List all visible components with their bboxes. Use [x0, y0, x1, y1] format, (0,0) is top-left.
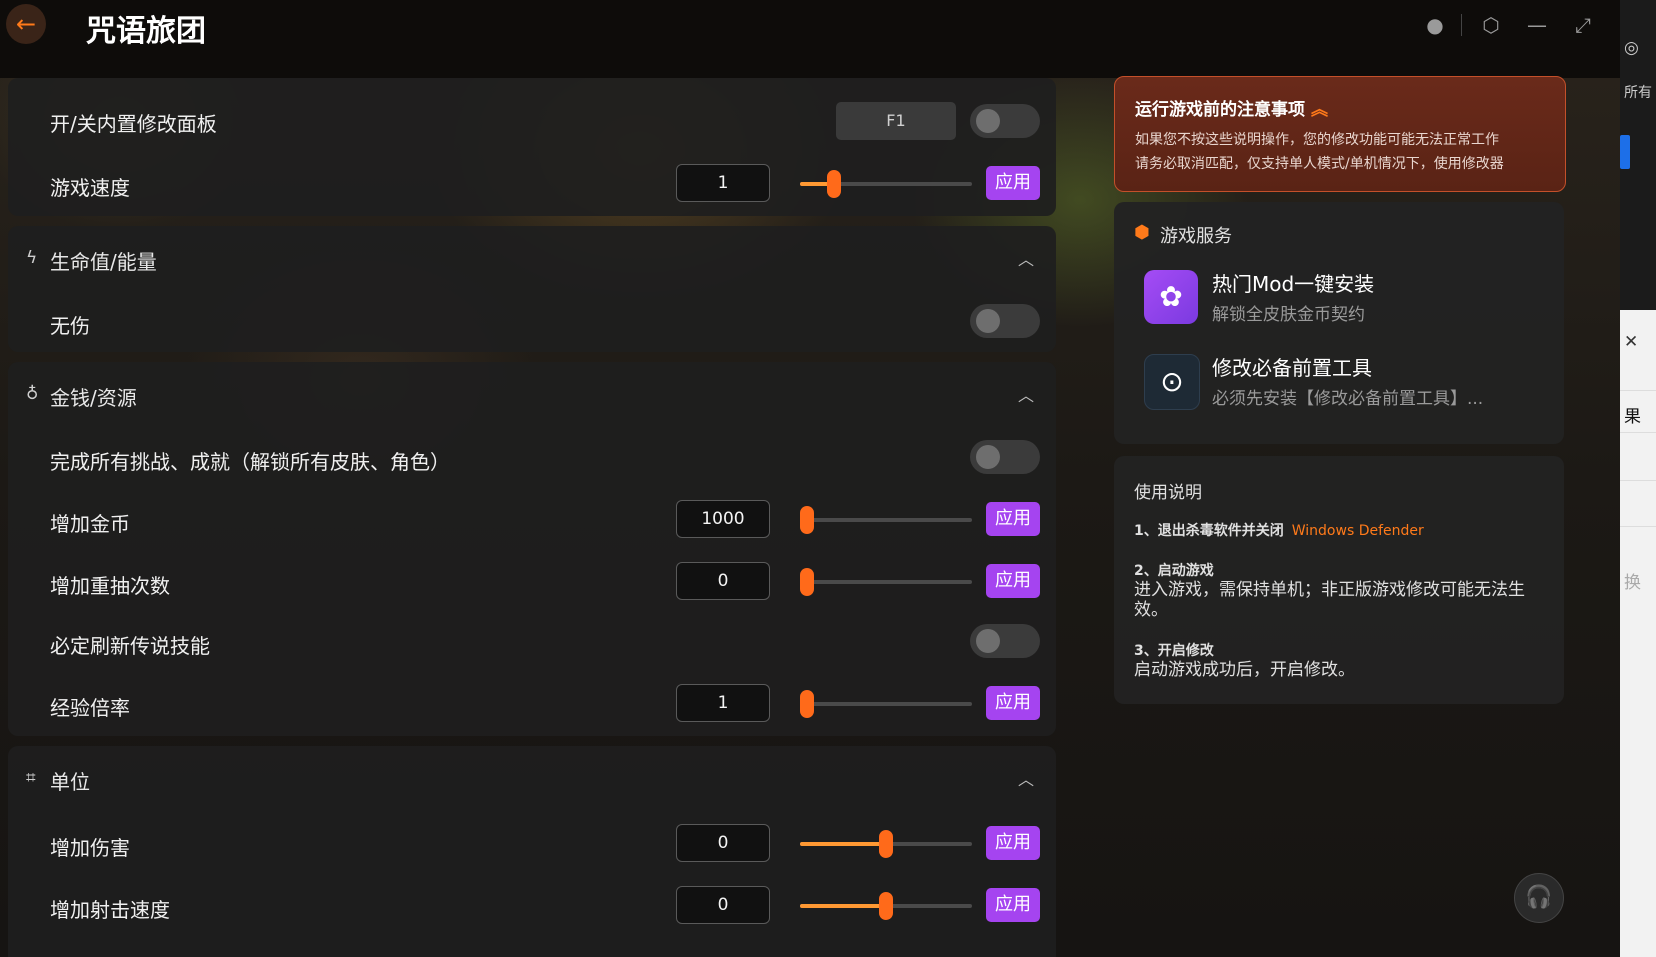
hotkey-button[interactable]: F1 — [836, 102, 956, 140]
chevron-up-icon[interactable]: ︿ — [1018, 246, 1034, 270]
step-2-text: 进入游戏，需保持单机；非正版游戏修改可能无法生效。 — [1134, 580, 1525, 620]
legend-skill-label: 必定刷新传说技能 — [50, 634, 210, 658]
strip-text: 果 — [1624, 407, 1641, 427]
add-damage-slider[interactable] — [800, 830, 972, 858]
add-damage-apply-button[interactable]: 应用 — [986, 826, 1040, 860]
divider — [1620, 480, 1656, 481]
box-icon: ⬢ — [1134, 222, 1150, 243]
unit-icon: ⌗ — [26, 768, 36, 788]
divider — [1620, 432, 1656, 433]
game-speed-label: 游戏速度 — [50, 176, 130, 200]
service-subtitle: 必须先安装【修改必备前置工具】... — [1212, 389, 1484, 409]
strip-text: 所有 — [1624, 85, 1652, 101]
step-1-title: 1、退出杀毒软件并关闭 Windows Defender — [1134, 520, 1424, 540]
mod-icon[interactable]: ✿ — [1144, 270, 1198, 324]
close-icon[interactable]: ✕ — [1624, 332, 1638, 352]
step-1-accent: Windows Defender — [1291, 523, 1424, 539]
add-reroll-apply-button[interactable]: 应用 — [986, 564, 1040, 598]
invincible-label: 无伤 — [50, 314, 90, 338]
invincible-toggle[interactable] — [970, 304, 1040, 338]
unlock-all-toggle[interactable] — [970, 440, 1040, 474]
usage-header: 使用说明 — [1134, 483, 1202, 503]
fullscreen-icon[interactable]: ⤢ — [1570, 12, 1596, 38]
section-title: 生命值/能量 — [50, 250, 157, 274]
unlock-all-label: 完成所有挑战、成就（解锁所有皮肤、角色） — [50, 450, 450, 474]
notification-icon[interactable]: ● — [1422, 12, 1448, 38]
chevron-up-icon[interactable]: ︽ — [1311, 100, 1328, 120]
notice-title-text: 运行游戏前的注意事项 — [1135, 100, 1305, 120]
game-speed-input[interactable]: 1 — [676, 164, 770, 202]
slider-thumb[interactable] — [879, 892, 893, 920]
services-header: 游戏服务 — [1160, 226, 1232, 247]
section-health: ϟ 生命值/能量 ︿ 无伤 — [8, 226, 1056, 352]
slider-thumb[interactable] — [800, 568, 814, 596]
add-damage-label: 增加伤害 — [50, 836, 130, 860]
add-damage-input[interactable]: 0 — [676, 824, 770, 862]
slider-thumb[interactable] — [800, 690, 814, 718]
exp-rate-input[interactable]: 1 — [676, 684, 770, 722]
service-title[interactable]: 修改必备前置工具 — [1212, 352, 1372, 381]
legend-skill-toggle[interactable] — [970, 624, 1040, 658]
section-title: 金钱/资源 — [50, 386, 137, 410]
money-bag-icon: ♁ — [26, 384, 39, 404]
notice-card: 运行游戏前的注意事项 ︽ 如果您不按这些说明操作，您的修改功能可能无法正常工作 请… — [1114, 76, 1566, 192]
slider-thumb[interactable] — [800, 506, 814, 534]
add-gold-label: 增加金币 — [50, 512, 130, 536]
titlebar-divider — [1461, 14, 1462, 36]
slider-fill — [800, 904, 886, 908]
strip-text: 换 — [1624, 573, 1641, 593]
slider-thumb[interactable] — [827, 170, 841, 198]
game-speed-slider[interactable] — [800, 170, 972, 198]
exp-rate-slider[interactable] — [800, 690, 972, 718]
service-subtitle: 解锁全皮肤金币契约 — [1212, 305, 1365, 325]
panel-toggle-switch[interactable] — [970, 104, 1040, 138]
section-units: ⌗ 单位 ︿ 增加伤害 0 应用 增加射击速度 0 应用 — [8, 746, 1056, 957]
quick-settings-card: 开/关内置修改面板 F1 游戏速度 1 应用 — [8, 78, 1056, 216]
minimize-icon[interactable]: — — [1524, 12, 1550, 38]
slider-thumb[interactable] — [879, 830, 893, 858]
title-bar: ← 咒语旅团 ● ⬡ — ⤢ — [0, 0, 1620, 78]
headset-icon[interactable]: 🎧 — [1514, 873, 1564, 923]
app-title: 咒语旅团 — [86, 14, 206, 49]
exp-rate-label: 经验倍率 — [50, 696, 130, 720]
add-gold-apply-button[interactable]: 应用 — [986, 502, 1040, 536]
divider — [1620, 390, 1656, 391]
step-2-title: 2、启动游戏 — [1134, 563, 1214, 579]
slider-fill — [800, 842, 886, 846]
back-button[interactable]: ← — [6, 4, 46, 44]
settings-icon[interactable]: ⬡ — [1478, 12, 1504, 38]
adjacent-window-strip: ◎ 所有 ✕ 果 换 — [1620, 0, 1656, 957]
section-money: ♁ 金钱/资源 ︿ 完成所有挑战、成就（解锁所有皮肤、角色） 增加金币 1000… — [8, 362, 1056, 736]
add-gold-input[interactable]: 1000 — [676, 500, 770, 538]
add-gold-slider[interactable] — [800, 506, 972, 534]
notice-line: 请务必取消匹配，仅支持单人模式/单机情况下，使用修改器 — [1135, 156, 1504, 172]
add-reroll-input[interactable]: 0 — [676, 562, 770, 600]
strip-blue-marker — [1620, 135, 1630, 169]
fire-rate-label: 增加射击速度 — [50, 898, 170, 922]
usage-instructions-card: 使用说明 1、退出杀毒软件并关闭 Windows Defender 2、启动游戏 … — [1114, 456, 1564, 704]
section-title: 单位 — [50, 770, 90, 794]
step-1-text: 1、退出杀毒软件并关闭 — [1134, 523, 1284, 539]
notice-title[interactable]: 运行游戏前的注意事项 ︽ — [1135, 95, 1328, 120]
fire-rate-input[interactable]: 0 — [676, 886, 770, 924]
divider — [1620, 526, 1656, 527]
user-icon[interactable]: ◎ — [1624, 38, 1639, 58]
service-title[interactable]: 热门Mod一键安装 — [1212, 268, 1374, 297]
notice-line: 如果您不按这些说明操作，您的修改功能可能无法正常工作 — [1135, 132, 1499, 148]
panel-toggle-label: 开/关内置修改面板 — [50, 112, 217, 136]
chevron-up-icon[interactable]: ︿ — [1018, 766, 1034, 790]
step-3-title: 3、开启修改 — [1134, 643, 1214, 659]
step-3-text: 启动游戏成功后，开启修改。 — [1134, 660, 1355, 680]
fire-rate-slider[interactable] — [800, 892, 972, 920]
chevron-up-icon[interactable]: ︿ — [1018, 382, 1034, 406]
exp-rate-apply-button[interactable]: 应用 — [986, 686, 1040, 720]
fire-rate-apply-button[interactable]: 应用 — [986, 888, 1040, 922]
lightning-icon: ϟ — [26, 248, 38, 268]
add-reroll-label: 增加重抽次数 — [50, 574, 170, 598]
game-services-card: ⬢ 游戏服务 ✿ 热门Mod一键安装 解锁全皮肤金币契约 ⊙ 修改必备前置工具 … — [1114, 202, 1564, 444]
add-reroll-slider[interactable] — [800, 568, 972, 596]
download-icon[interactable]: ⊙ — [1144, 354, 1200, 410]
game-speed-apply-button[interactable]: 应用 — [986, 166, 1040, 200]
